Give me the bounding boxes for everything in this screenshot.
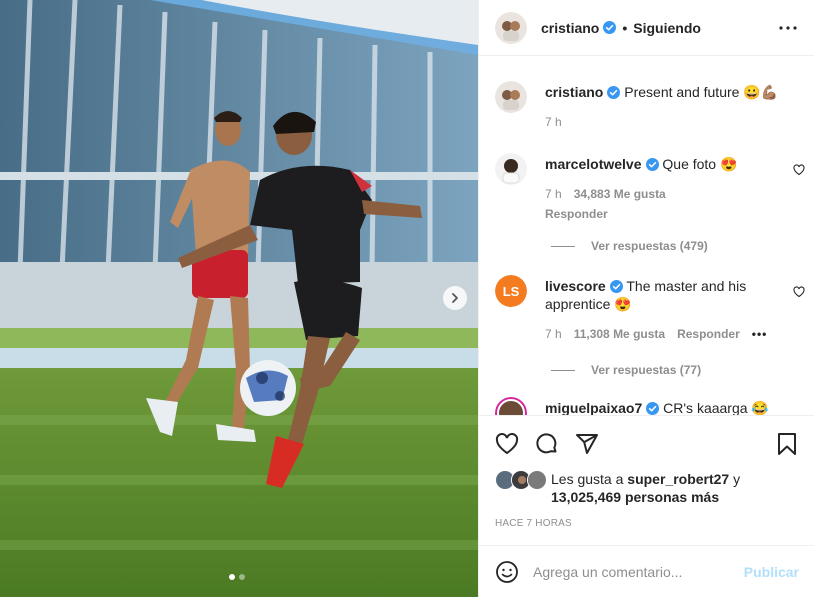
carousel-dot-active: [229, 574, 235, 580]
caption-username[interactable]: cristiano: [545, 84, 603, 100]
comment-text: Que foto 😍: [662, 156, 738, 172]
likes-conjunction: y: [729, 471, 741, 487]
view-replies-label: Ver respuestas (77): [591, 363, 702, 377]
caption-text: Present and future 😀💪🏽: [624, 84, 779, 100]
comment-username[interactable]: marcelotwelve: [545, 156, 642, 172]
view-replies-button[interactable]: Ver respuestas (77): [551, 363, 701, 377]
comment-input[interactable]: [533, 563, 744, 580]
comment-text: CR's kaaarga 😂: [663, 400, 769, 415]
divider-line: [551, 369, 575, 371]
following-button[interactable]: Siguiendo: [633, 20, 701, 36]
heart-icon: [495, 432, 519, 455]
comment-time: 7 h: [545, 187, 562, 201]
verified-icon: [603, 21, 617, 34]
publish-button[interactable]: Publicar: [744, 564, 799, 580]
header-separator: •: [622, 19, 628, 36]
likes-summary: Les gusta a super_robert27 y 13,025,469 …: [495, 470, 799, 506]
comment-likes[interactable]: 11,308 Me gusta: [574, 325, 665, 343]
post-photo[interactable]: [0, 0, 478, 597]
caption-avatar[interactable]: [495, 81, 527, 113]
liker-username[interactable]: super_robert27: [627, 471, 729, 487]
view-replies-label: Ver respuestas (479): [591, 239, 708, 253]
likes-prefix: Les gusta a: [551, 471, 628, 487]
comment-avatar[interactable]: [495, 153, 527, 185]
post-timestamp: HACE 7 HORAS: [495, 518, 572, 529]
comment-username[interactable]: livescore: [545, 278, 606, 294]
more-options-icon: [779, 25, 797, 30]
carousel-indicator: [229, 574, 245, 580]
verified-icon: [609, 280, 623, 293]
liker-avatar: [527, 470, 547, 490]
likes-text: Les gusta a super_robert27 y 13,025,469 …: [551, 470, 740, 506]
verified-icon: [646, 402, 660, 415]
comment-username[interactable]: miguelpaixao7: [545, 400, 642, 415]
divider-line: [551, 245, 575, 247]
post-actions: Les gusta a super_robert27 y 13,025,469 …: [479, 415, 814, 529]
save-button[interactable]: [775, 432, 799, 456]
likes-count[interactable]: 13,025,469 personas más: [551, 489, 719, 505]
comment-like-button[interactable]: [793, 163, 805, 179]
comment-button[interactable]: [535, 432, 559, 456]
svg-text:LS: LS: [503, 284, 520, 299]
chevron-right-icon: [452, 293, 458, 303]
bookmark-icon: [778, 433, 796, 455]
more-options-button[interactable]: [778, 25, 798, 31]
comment-likes[interactable]: 34,883 Me gusta: [574, 185, 666, 203]
reply-button[interactable]: Responder: [677, 325, 740, 343]
add-comment-bar: Publicar: [479, 545, 814, 597]
comment-avatar[interactable]: LS: [495, 275, 527, 307]
like-button[interactable]: [495, 432, 519, 456]
liker-avatars[interactable]: [495, 470, 551, 490]
share-icon: [576, 434, 598, 454]
action-bar: [495, 416, 799, 472]
heart-icon: [793, 164, 805, 176]
post-detail-panel: cristiano • Siguiendo cristiano Present …: [478, 0, 814, 597]
carousel-dot: [239, 574, 245, 580]
heart-icon: [793, 286, 805, 298]
comment-avatar[interactable]: [495, 397, 527, 415]
comment-time: 7 h: [545, 327, 562, 341]
author-username[interactable]: cristiano: [541, 20, 599, 36]
view-replies-button[interactable]: Ver respuestas (479): [551, 239, 708, 253]
comments-list[interactable]: cristiano Present and future 😀💪🏽 7 h mar…: [479, 57, 814, 415]
caption-time: 7 h: [545, 115, 562, 129]
reply-button[interactable]: Responder: [545, 205, 785, 223]
author-avatar[interactable]: [495, 11, 527, 44]
verified-icon: [645, 158, 659, 171]
post-header: cristiano • Siguiendo: [479, 0, 814, 56]
comment-icon: [536, 433, 557, 454]
comment-more-button[interactable]: •••: [752, 325, 768, 343]
share-button[interactable]: [575, 432, 599, 456]
carousel-next-button[interactable]: [443, 286, 467, 310]
verified-icon: [607, 86, 621, 99]
emoji-button[interactable]: [495, 560, 519, 584]
emoji-icon: [496, 560, 518, 583]
photo-image: [0, 0, 478, 597]
comment-like-button[interactable]: [793, 285, 805, 301]
